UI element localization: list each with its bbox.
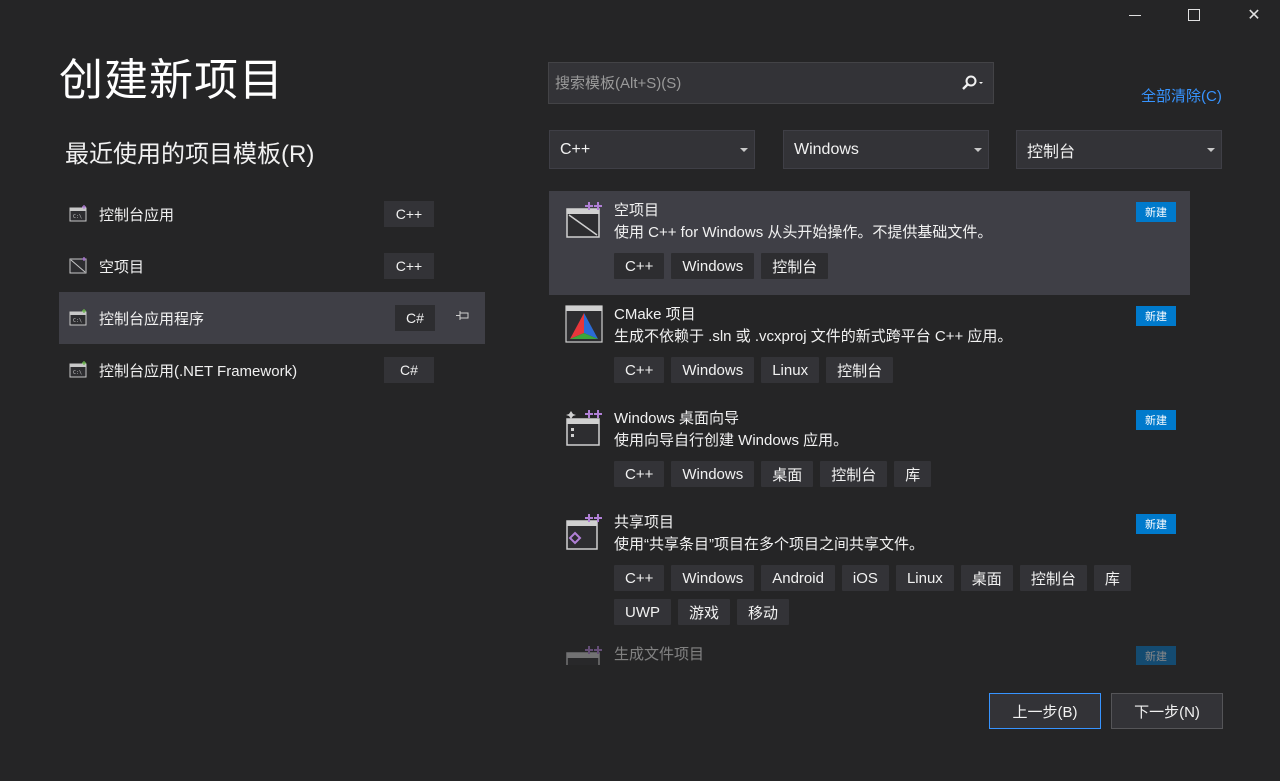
console-app-icon: C:\ [69, 309, 87, 326]
close-icon: ✕ [1247, 7, 1261, 24]
svg-text:C:\: C:\ [73, 370, 82, 376]
template-name: Windows 桌面向导 [614, 410, 740, 427]
chevron-down-icon [1207, 148, 1215, 152]
tag: 控制台 [820, 461, 888, 487]
tag: C++ [614, 461, 665, 487]
language-filter-value: C++ [560, 140, 591, 158]
console-app-icon: C:\ [69, 361, 87, 378]
recent-templates-list: C:\ 控制台应用 C++ 空项目 C++ C:\ 控制台应用程序 C# C:\… [59, 188, 485, 396]
cmake-icon [565, 305, 603, 343]
search-input[interactable] [549, 63, 953, 103]
tag: Windows [671, 565, 755, 591]
language-tag: C++ [384, 201, 434, 227]
tag: Windows [671, 357, 755, 383]
tag: 库 [894, 461, 932, 487]
template-tags: C++ Windows 桌面 控制台 库 [614, 461, 1174, 487]
tag: Windows [671, 253, 755, 279]
maximize-icon [1188, 9, 1200, 21]
template-description: 使用“共享条目”项目在多个项目之间共享文件。 [614, 536, 924, 553]
template-tags: C++ Windows Android iOS Linux 桌面 控制台 库 U… [614, 565, 1174, 625]
tag: 游戏 [678, 599, 731, 625]
tag: UWP [614, 599, 671, 625]
close-button[interactable]: ✕ [1226, 0, 1280, 30]
template-tags: C++ Windows Linux 控制台 [614, 357, 1174, 383]
template-description: 生成不依赖于 .sln 或 .vcxproj 文件的新式跨平台 C++ 应用。 [614, 328, 1013, 345]
template-empty-project[interactable]: 空项目 使用 C++ for Windows 从头开始操作。不提供基础文件。 新… [549, 191, 1190, 295]
language-tag: C++ [384, 253, 434, 279]
tag: Android [761, 565, 835, 591]
template-tags: C++ Windows 控制台 [614, 253, 1174, 279]
recent-item-empty-project[interactable]: 空项目 C++ [59, 240, 485, 292]
tag: Windows [671, 461, 755, 487]
tag: 移动 [737, 599, 790, 625]
tag: iOS [841, 565, 889, 591]
back-button[interactable]: 上一步(B) [989, 693, 1101, 729]
template-search-box [548, 62, 994, 104]
svg-text:C:\: C:\ [73, 214, 82, 220]
recent-item-label: 控制台应用(.NET Framework) [99, 362, 298, 380]
template-name: 生成文件项目 [614, 646, 705, 663]
pin-icon[interactable] [455, 310, 471, 322]
template-name: 共享项目 [614, 514, 675, 531]
tag: C++ [614, 357, 665, 383]
template-name: 空项目 [614, 202, 660, 219]
tag: 控制台 [761, 253, 829, 279]
chevron-down-icon [740, 148, 748, 152]
minimize-button[interactable] [1107, 0, 1163, 30]
makefile-project-icon [566, 646, 602, 665]
new-badge: 新建 [1136, 202, 1176, 222]
recent-templates-heading: 最近使用的项目模板(R) [65, 141, 315, 168]
shared-project-icon [566, 514, 602, 550]
recent-item-console-app-csharp[interactable]: C:\ 控制台应用程序 C# [59, 292, 485, 344]
template-makefile-project[interactable]: 生成文件项目 新建 [549, 635, 1190, 665]
empty-project-icon [566, 202, 602, 238]
template-shared-project[interactable]: 共享项目 使用“共享条目”项目在多个项目之间共享文件。 新建 C++ Windo… [549, 503, 1190, 635]
tag: Linux [761, 357, 820, 383]
maximize-button[interactable] [1166, 0, 1222, 30]
empty-project-icon [69, 257, 87, 274]
template-name: CMake 项目 [614, 306, 696, 323]
tag: C++ [614, 565, 665, 591]
recent-item-label: 空项目 [99, 258, 145, 276]
template-windows-desktop-wizard[interactable]: Windows 桌面向导 使用向导自行创建 Windows 应用。 新建 C++… [549, 399, 1190, 503]
tag: C++ [614, 253, 665, 279]
next-button[interactable]: 下一步(N) [1111, 693, 1223, 729]
template-description: 使用向导自行创建 Windows 应用。 [614, 432, 849, 449]
tag: 桌面 [761, 461, 814, 487]
template-list: 空项目 使用 C++ for Windows 从头开始操作。不提供基础文件。 新… [549, 191, 1190, 665]
new-badge: 新建 [1136, 306, 1176, 326]
language-filter-dropdown[interactable]: C++ [549, 130, 755, 169]
new-badge: 新建 [1136, 514, 1176, 534]
page-title: 创建新项目 [59, 56, 284, 105]
recent-item-label: 控制台应用程序 [99, 310, 205, 328]
chevron-down-icon [974, 148, 982, 152]
template-description: 使用 C++ for Windows 从头开始操作。不提供基础文件。 [614, 224, 993, 241]
recent-item-console-app-netfx[interactable]: C:\ 控制台应用(.NET Framework) C# [59, 344, 485, 396]
tag: 桌面 [960, 565, 1013, 591]
template-cmake-project[interactable]: CMake 项目 生成不依赖于 .sln 或 .vcxproj 文件的新式跨平台… [549, 295, 1190, 399]
platform-filter-value: Windows [794, 140, 859, 158]
language-tag: C# [384, 357, 434, 383]
tag: 控制台 [826, 357, 894, 383]
clear-all-filters-link[interactable]: 全部清除(C) [1141, 85, 1222, 106]
project-type-filter-value: 控制台 [1027, 143, 1076, 161]
recent-item-label: 控制台应用 [99, 206, 175, 224]
recent-item-console-app[interactable]: C:\ 控制台应用 C++ [59, 188, 485, 240]
tag: Linux [895, 565, 954, 591]
svg-text:C:\: C:\ [73, 318, 82, 324]
new-badge: 新建 [1136, 410, 1176, 430]
console-app-icon: C:\ [69, 205, 87, 222]
project-type-filter-dropdown[interactable]: 控制台 [1016, 130, 1222, 169]
minimize-icon [1129, 14, 1141, 16]
tag: 控制台 [1019, 565, 1087, 591]
desktop-wizard-icon [566, 410, 602, 446]
tag: 库 [1093, 565, 1131, 591]
search-icon [962, 75, 983, 90]
search-button[interactable] [953, 63, 993, 103]
platform-filter-dropdown[interactable]: Windows [783, 130, 989, 169]
new-badge: 新建 [1136, 646, 1176, 665]
language-tag: C# [395, 305, 435, 331]
